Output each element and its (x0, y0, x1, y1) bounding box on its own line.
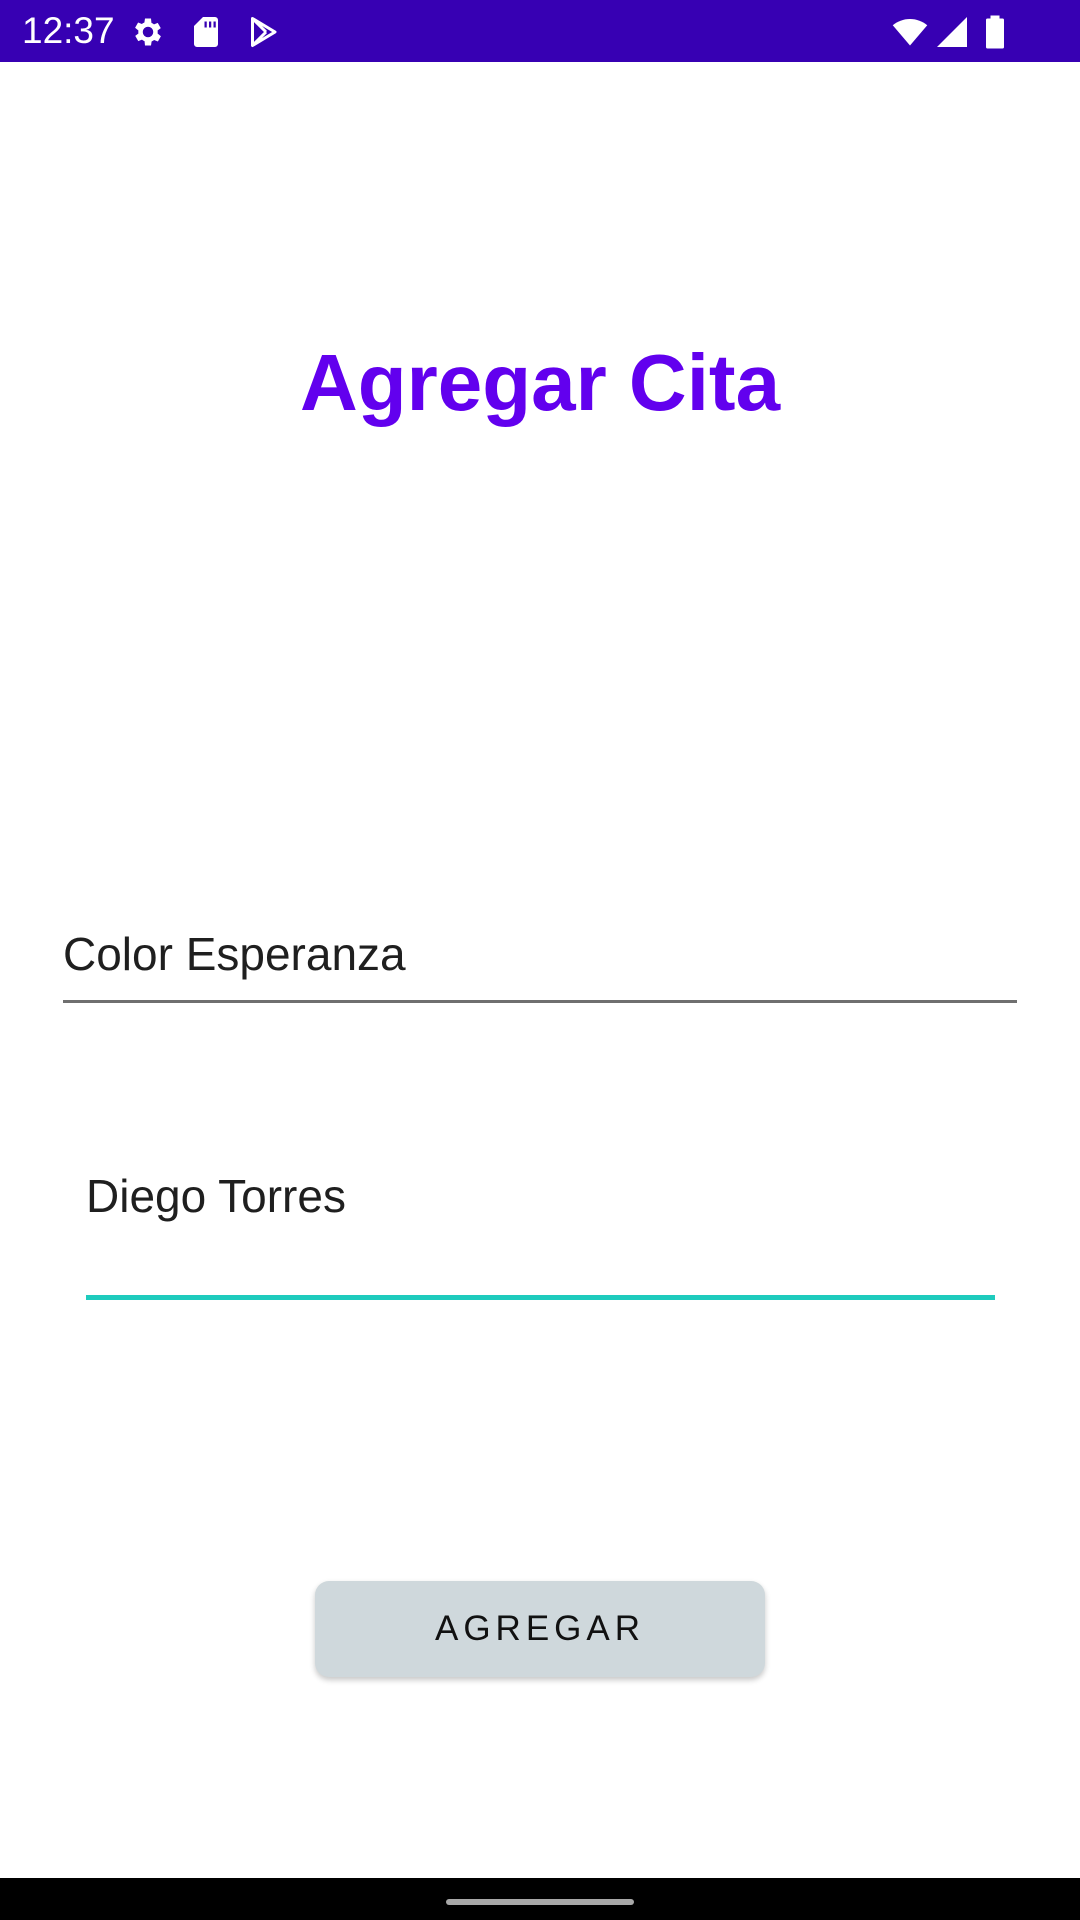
artist-input[interactable]: Diego Torres (86, 1160, 995, 1300)
navigation-bar (0, 1878, 1080, 1920)
wifi-icon (890, 14, 930, 50)
page-title: Agregar Cita (299, 338, 781, 427)
status-bar: 12:37 (0, 0, 1080, 62)
battery-icon (980, 14, 1010, 50)
song-title-input[interactable]: Color Esperanza (63, 922, 1017, 1003)
app-screen: 12:37 Agregar Cita Color Esperanza Diego… (0, 0, 1080, 1920)
add-button[interactable]: AGREGAR (315, 1581, 765, 1677)
song-title-value: Color Esperanza (63, 928, 406, 980)
play-store-icon (245, 14, 281, 50)
home-gesture-handle[interactable] (446, 1899, 634, 1905)
artist-value: Diego Torres (86, 1170, 346, 1222)
status-time: 12:37 (22, 10, 115, 51)
sd-card-icon (188, 14, 224, 50)
gear-icon (130, 14, 166, 50)
signal-icon (934, 14, 970, 50)
